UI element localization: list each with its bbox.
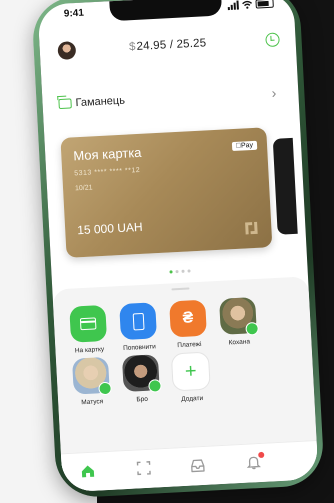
page-dot (186, 269, 191, 273)
action-top-up[interactable]: Поповнити (115, 302, 161, 352)
card-amount: 15 000 UAH (76, 219, 143, 238)
action-label: На картку (74, 346, 105, 355)
action-label: Додати (181, 394, 204, 404)
phone-frame: 9:41 $24.95 / 25.25 Гаманець › Моя картк… (31, 0, 325, 499)
wallet-icon (58, 98, 72, 110)
home-icon[interactable] (79, 463, 96, 480)
battery-icon (255, 0, 274, 9)
next-card-peek[interactable] (272, 137, 298, 235)
apple-pay-label: Pay (240, 141, 254, 150)
status-icons (227, 0, 274, 11)
signal-icon (227, 0, 239, 11)
bank-logo-icon (245, 221, 258, 235)
status-bar: 9:41 (38, 0, 294, 23)
phone-icon (119, 302, 158, 341)
contact-badge-icon (148, 379, 162, 393)
apple-pay-badge: Pay (231, 140, 258, 152)
balance-value: 24.95 / 25.25 (136, 37, 207, 53)
notification-badge (258, 451, 265, 459)
card-title: Моя картка (72, 144, 142, 164)
contact-kokhana[interactable]: Кохана (215, 297, 261, 347)
page-dot (180, 269, 185, 273)
wallet-label: Гаманець (75, 94, 126, 110)
wifi-icon (242, 0, 253, 9)
contact-photo (121, 354, 162, 393)
action-label: Бро (136, 395, 149, 404)
wallet-row[interactable]: Гаманець › (42, 84, 299, 117)
contact-bro[interactable]: Бро (118, 354, 164, 404)
sheet-handle[interactable] (171, 287, 190, 291)
action-label: Кохана (228, 338, 251, 347)
action-label: Матуся (81, 398, 104, 407)
action-label: Платежі (177, 340, 202, 350)
page-dot-active (168, 270, 173, 274)
scan-icon[interactable] (135, 460, 152, 477)
notifications-button[interactable] (245, 451, 265, 471)
chevron-right-icon: › (271, 84, 277, 101)
hryvnia-icon: ₴ (169, 299, 207, 338)
plus-icon: + (170, 351, 211, 392)
contact-matusia[interactable]: Матуся (68, 356, 114, 407)
inbox-icon[interactable] (189, 457, 206, 474)
top-bar: $24.95 / 25.25 (39, 28, 296, 67)
contact-badge-icon (98, 381, 112, 396)
action-add[interactable]: + Додати (168, 351, 215, 403)
action-payments[interactable]: ₴ Платежі (165, 299, 211, 349)
page-dot (174, 270, 179, 274)
balance-display[interactable]: $24.95 / 25.25 (40, 33, 296, 58)
currency-symbol: $ (128, 40, 136, 54)
bank-card[interactable]: Моя картка Pay 5313 **** **** **12 10/2… (60, 127, 273, 258)
action-to-card[interactable]: На картку (65, 304, 111, 355)
app-screen: 9:41 $24.95 / 25.25 Гаманець › Моя картк… (37, 0, 319, 493)
status-time: 9:41 (63, 7, 85, 20)
contact-photo (71, 356, 112, 396)
card-number: 5313 **** **** **12 (74, 166, 141, 178)
card-icon (69, 304, 108, 343)
action-label: Поповнити (122, 343, 156, 353)
contact-photo (219, 297, 259, 336)
card-expiry: 10/21 (74, 184, 93, 193)
contact-badge-icon (245, 321, 259, 336)
